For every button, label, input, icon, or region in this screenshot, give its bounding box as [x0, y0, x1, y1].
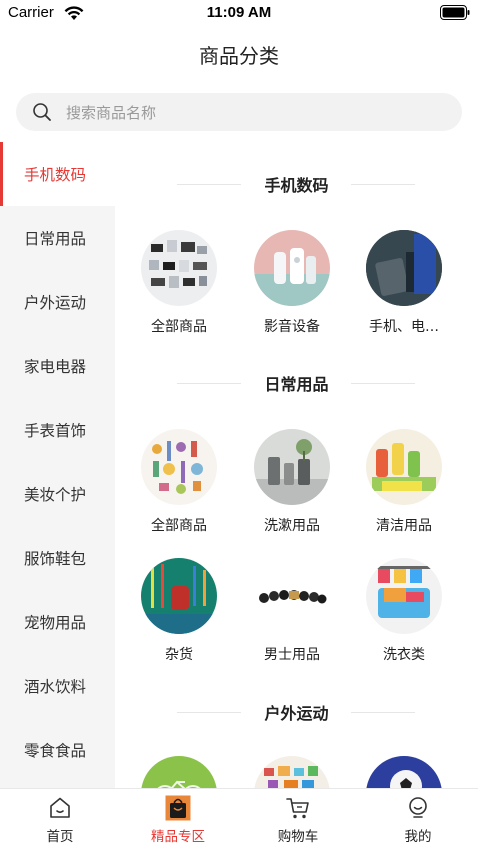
sidebar-item-daily[interactable]: 日常用品 — [0, 206, 115, 270]
divider — [177, 712, 241, 713]
section-title: 手机数码 — [258, 176, 335, 195]
sidebar-item-label: 家电电器 — [24, 358, 87, 376]
search-input[interactable]: 搜索商品名称 — [16, 93, 462, 131]
sidebar-item-label: 宠物用品 — [24, 614, 87, 632]
category-label: 影音设备 — [264, 319, 320, 335]
tab-boutique[interactable]: 精品专区 — [138, 795, 218, 845]
category-content: 手机数码 全部商品 影音设备 手机、电… 日常用品 全部商品 洗漱用品 清洁用品… — [115, 142, 478, 788]
divider — [177, 383, 241, 384]
category-image — [141, 558, 217, 634]
sidebar-item-apparel[interactable]: 服饰鞋包 — [0, 526, 115, 590]
status-bar: Carrier 11:09 AM — [0, 0, 478, 28]
tab-profile[interactable]: 我的 — [378, 795, 458, 845]
category-item[interactable] — [242, 756, 342, 788]
category-item[interactable]: 杂货 — [129, 558, 229, 664]
sidebar-item-label: 服饰鞋包 — [24, 550, 87, 568]
category-label: 洗漱用品 — [264, 518, 320, 534]
tab-cart[interactable]: 购物车 — [258, 795, 338, 845]
category-label: 洗衣类 — [383, 647, 425, 663]
category-item[interactable]: 全部商品 — [129, 429, 229, 535]
cart-icon — [286, 798, 309, 819]
category-image — [254, 230, 330, 306]
sidebar-item-drinks[interactable]: 酒水饮料 — [0, 654, 115, 718]
category-item[interactable]: 手机、电… — [354, 230, 454, 336]
category-image — [366, 429, 442, 505]
category-item[interactable] — [129, 756, 229, 788]
category-image — [141, 230, 217, 306]
section-title: 日常用品 — [258, 375, 335, 394]
battery-icon — [440, 5, 470, 20]
tab-label: 我的 — [404, 829, 432, 845]
category-label: 全部商品 — [151, 518, 207, 534]
section-header: 手机数码 — [115, 172, 478, 196]
category-item[interactable]: 清洁用品 — [354, 429, 454, 535]
sidebar-item-outdoor[interactable]: 户外运动 — [0, 270, 115, 334]
sidebar-item-label: 酒水饮料 — [24, 678, 87, 696]
section-header: 户外运动 — [115, 700, 478, 724]
sidebar-item-label: 户外运动 — [24, 294, 87, 312]
divider — [351, 712, 415, 713]
divider — [351, 184, 415, 185]
profile-icon — [409, 797, 427, 818]
search-icon — [33, 103, 51, 121]
category-image — [141, 756, 217, 788]
search-placeholder: 搜索商品名称 — [66, 104, 157, 122]
category-item[interactable]: 洗衣类 — [354, 558, 454, 664]
tab-label: 购物车 — [277, 829, 319, 845]
home-icon — [50, 797, 70, 818]
divider — [177, 184, 241, 185]
category-item[interactable]: 全部商品 — [129, 230, 229, 336]
category-label: 男士用品 — [264, 647, 320, 663]
tab-home[interactable]: 首页 — [20, 795, 100, 845]
category-image — [254, 429, 330, 505]
category-item[interactable] — [354, 756, 454, 788]
category-image — [366, 558, 442, 634]
category-image — [141, 429, 217, 505]
category-item[interactable]: 男士用品 — [242, 558, 342, 664]
status-time: 11:09 AM — [206, 4, 272, 21]
category-sidebar: 手机数码 日常用品 户外运动 家电电器 手表首饰 美妆个护 服饰鞋包 宠物用品 … — [0, 142, 115, 788]
shopping-bag-icon — [165, 795, 191, 821]
category-item[interactable]: 洗漱用品 — [242, 429, 342, 535]
category-image — [254, 558, 330, 634]
tab-label: 精品专区 — [151, 829, 205, 845]
sidebar-item-label: 日常用品 — [24, 230, 87, 248]
page-title: 商品分类 — [199, 44, 279, 68]
sidebar-item-pets[interactable]: 宠物用品 — [0, 590, 115, 654]
category-image — [366, 230, 442, 306]
sidebar-item-label: 手机数码 — [24, 166, 87, 184]
sidebar-item-label: 美妆个护 — [24, 486, 87, 504]
category-label: 清洁用品 — [376, 518, 432, 534]
category-label: 全部商品 — [151, 319, 207, 335]
sidebar-item-label: 手表首饰 — [24, 422, 87, 440]
category-label: 杂货 — [165, 647, 193, 663]
category-image — [254, 756, 330, 788]
sidebar-item-label: 零食食品 — [24, 742, 87, 760]
divider — [351, 383, 415, 384]
section-title: 户外运动 — [258, 704, 335, 723]
sidebar-item-jewelry[interactable]: 手表首饰 — [0, 398, 115, 462]
tab-bar: 首页 精品专区 购物车 我的 — [0, 788, 478, 850]
sidebar-item-appliances[interactable]: 家电电器 — [0, 334, 115, 398]
category-item[interactable]: 影音设备 — [242, 230, 342, 336]
sidebar-item-beauty[interactable]: 美妆个护 — [0, 462, 115, 526]
category-image — [366, 756, 442, 788]
sidebar-item-digital[interactable]: 手机数码 — [0, 142, 115, 206]
category-label: 手机、电… — [369, 319, 439, 335]
sidebar-item-snacks[interactable]: 零食食品 — [0, 718, 115, 782]
tab-label: 首页 — [46, 829, 74, 845]
section-header: 日常用品 — [115, 371, 478, 395]
